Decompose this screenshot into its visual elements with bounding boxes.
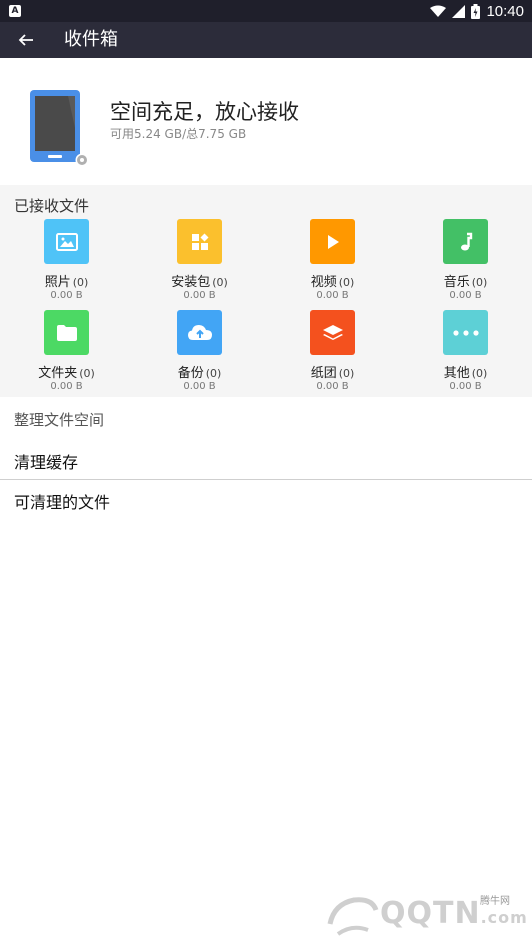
battery-icon: [471, 3, 481, 19]
category-label: 文件夹 (0): [38, 366, 95, 381]
category-size: 0.00 B: [50, 290, 83, 301]
category-other[interactable]: 其他 (0) 0.00 B: [399, 310, 532, 400]
section-title-cleanup: 整理文件空间: [14, 411, 105, 429]
received-files-section: 已接收文件 照片 (0) 0.00 B 安装包 (0) 0.00 B 视频 (0) 0…: [0, 185, 532, 397]
status-time: 10:40: [486, 2, 524, 20]
storage-headline: 空间充足，放心接收: [110, 100, 299, 124]
category-backup[interactable]: 备份 (0) 0.00 B: [133, 310, 266, 400]
app-bar: 收件箱: [0, 22, 532, 58]
category-size: 0.00 B: [316, 290, 349, 301]
category-paper[interactable]: 纸团 (0) 0.00 B: [266, 310, 399, 400]
cleanable-files-label: 可清理的文件: [14, 493, 111, 512]
arrow-left-icon: [18, 34, 33, 46]
category-size: 0.00 B: [316, 381, 349, 392]
category-label: 视频 (0): [310, 275, 355, 290]
category-label: 照片 (0): [44, 275, 89, 290]
back-button[interactable]: [12, 26, 40, 54]
storage-summary: 空间充足，放心接收 可用5.24 GB/总7.75 GB: [0, 58, 532, 185]
more-icon: [443, 310, 488, 355]
category-packages[interactable]: 安装包 (0) 0.00 B: [133, 219, 266, 309]
play-icon: [310, 219, 355, 264]
category-size: 0.00 B: [449, 381, 482, 392]
category-videos[interactable]: 视频 (0) 0.00 B: [266, 219, 399, 309]
category-label: 其他 (0): [443, 366, 488, 381]
cleanable-files-item[interactable]: 可清理的文件: [0, 479, 532, 519]
category-label: 音乐 (0): [443, 275, 488, 290]
site-watermark: QQTN.com 腾牛网: [324, 892, 527, 940]
image-icon: [44, 219, 89, 264]
layers-icon: [310, 310, 355, 355]
signal-icon: [452, 4, 466, 18]
category-label: 安装包 (0): [171, 275, 228, 290]
storage-detail: 可用5.24 GB/总7.75 GB: [110, 127, 247, 141]
page-title: 收件箱: [64, 29, 118, 50]
clear-cache-item[interactable]: 清理缓存: [0, 439, 532, 479]
category-size: 0.00 B: [183, 381, 216, 392]
category-music[interactable]: 音乐 (0) 0.00 B: [399, 219, 532, 309]
category-size: 0.00 B: [183, 290, 216, 301]
category-size: 0.00 B: [449, 290, 482, 301]
watermark-logo-icon: [327, 897, 379, 936]
category-folders[interactable]: 文件夹 (0) 0.00 B: [0, 310, 133, 400]
category-label: 纸团 (0): [310, 366, 355, 381]
wifi-icon: [430, 5, 447, 17]
category-label: 备份 (0): [177, 366, 222, 381]
category-size: 0.00 B: [50, 381, 83, 392]
apps-icon: [177, 219, 222, 264]
clear-cache-label: 清理缓存: [14, 453, 79, 472]
phone-storage-icon: [30, 90, 89, 167]
cloud-upload-icon: [177, 310, 222, 355]
folder-icon: [44, 310, 89, 355]
music-note-icon: [443, 219, 488, 264]
status-bar: A 10:40: [0, 0, 532, 22]
notification-icon: A: [9, 5, 21, 17]
category-photos[interactable]: 照片 (0) 0.00 B: [0, 219, 133, 309]
section-title-received: 已接收文件: [14, 197, 90, 215]
file-category-grid: 照片 (0) 0.00 B 安装包 (0) 0.00 B 视频 (0) 0.00 B …: [0, 219, 532, 397]
watermark-site: 腾牛网: [480, 896, 510, 907]
status-icons: 10:40: [430, 2, 524, 20]
